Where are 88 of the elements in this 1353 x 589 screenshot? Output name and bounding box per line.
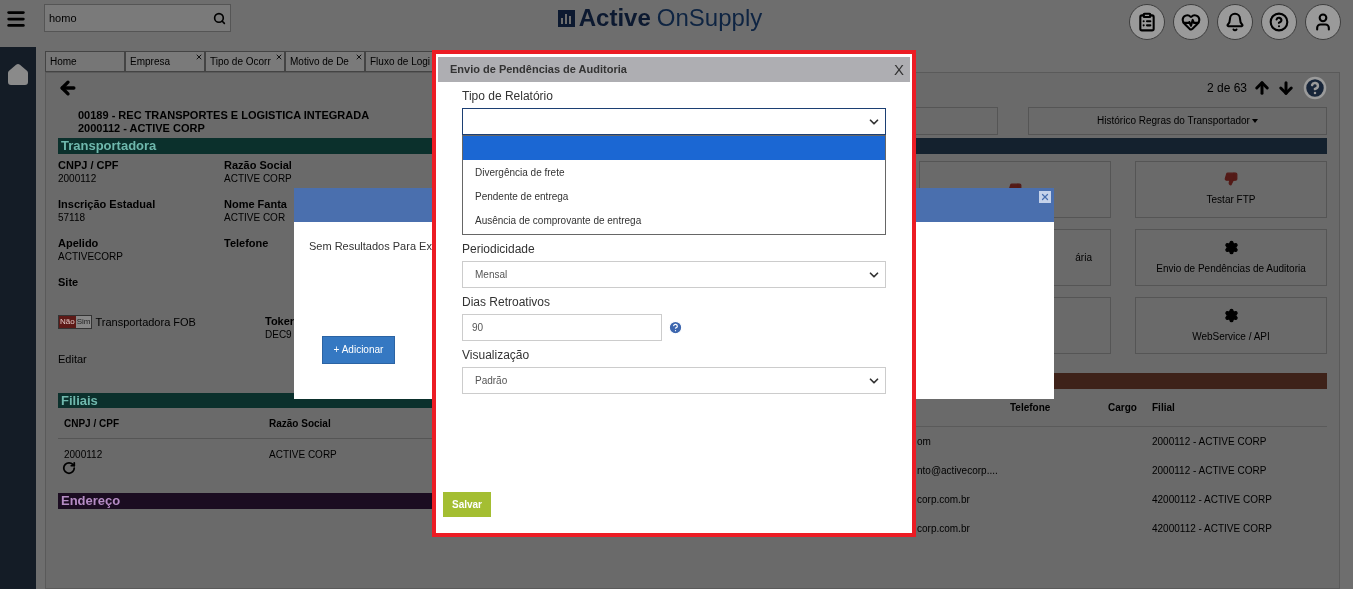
field-label: CNPJ / CPF xyxy=(58,158,119,172)
user-icon xyxy=(1313,12,1333,32)
arrow-down-icon[interactable] xyxy=(1277,79,1295,97)
logo-text: OnSupply xyxy=(656,6,763,30)
field-label: Inscrição Estadual xyxy=(58,197,156,211)
table-cell-text: 2000112 - ACTIVE CORP xyxy=(1152,435,1268,449)
table-cell-text: ACTIVE CORP xyxy=(269,447,338,462)
logo-text: Active xyxy=(578,6,651,30)
clipboard-button[interactable] xyxy=(1129,4,1165,40)
home-icon[interactable] xyxy=(6,63,30,87)
close-icon xyxy=(1040,192,1050,202)
close-button[interactable] xyxy=(1039,191,1051,203)
help-button[interactable] xyxy=(1261,4,1297,40)
table-cell-text: nto@activecorp.... xyxy=(916,464,999,478)
search-icon xyxy=(213,11,226,25)
add-button[interactable]: + Adicionar xyxy=(322,335,395,364)
field-label: Tipo de Relatório xyxy=(462,88,553,104)
table-cell-text: 2000112 - ACTIVE CORP xyxy=(1152,464,1268,478)
empty-message: Sem Resultados Para Ex xyxy=(309,239,432,254)
tab[interactable]: Home xyxy=(45,51,125,72)
close-icon[interactable] xyxy=(275,53,283,61)
heart-pulse-icon xyxy=(1181,12,1201,32)
field-value: 2000112 xyxy=(58,172,97,186)
help-icon xyxy=(1269,12,1289,32)
tab[interactable]: Tipo de Ocorr xyxy=(205,51,285,72)
card-label: WebService / API xyxy=(1192,329,1270,344)
help-icon[interactable] xyxy=(1303,76,1327,100)
column-header: Razão Social xyxy=(269,416,332,431)
bell-icon xyxy=(1225,12,1245,32)
select-field[interactable] xyxy=(462,108,886,135)
select-field[interactable]: Padrão xyxy=(462,367,886,394)
table-cell-text: corp.com.br xyxy=(916,522,971,536)
field-label: Site xyxy=(58,275,79,289)
close-icon[interactable] xyxy=(355,53,363,61)
thumbs-down-icon xyxy=(1224,172,1238,186)
logo-icon xyxy=(557,9,575,27)
select-field[interactable]: Mensal xyxy=(462,261,886,288)
caret-icon xyxy=(1251,118,1258,123)
toggle-label: Transportadora FOB xyxy=(95,315,196,330)
field-label: Periodicidade xyxy=(462,241,535,257)
field-value: ACTIVE COR xyxy=(224,211,286,225)
column-header: Telefone xyxy=(1010,401,1052,415)
input-field[interactable]: 90 xyxy=(462,314,662,341)
gear-icon xyxy=(1223,307,1239,323)
card-label: Testar FTP xyxy=(1206,193,1256,207)
health-button[interactable] xyxy=(1173,4,1209,40)
dialog-title: Envio de Pendências de Auditoria xyxy=(450,62,628,78)
field-label: Telefone xyxy=(224,236,269,250)
tab[interactable]: Motivo de De xyxy=(285,51,365,72)
close-button[interactable]: X xyxy=(894,62,904,77)
field-label: Apelido xyxy=(58,236,99,250)
field-value: ACTIVE CORP xyxy=(224,172,292,186)
edit-link[interactable]: Editar xyxy=(58,352,87,366)
notifications-button[interactable] xyxy=(1217,4,1253,40)
field-label: Razão Social xyxy=(224,158,292,172)
field-label: Visualização xyxy=(462,347,530,363)
field-value: ACTIVECORP xyxy=(58,250,123,264)
profile-button[interactable] xyxy=(1305,4,1341,40)
action-card[interactable]: Testar FTP xyxy=(1135,161,1327,218)
column-header: Filial xyxy=(1152,401,1176,415)
close-icon[interactable] xyxy=(195,53,203,61)
card-label: ária xyxy=(1075,251,1093,265)
table-cell-text: 2000112 xyxy=(64,447,104,462)
refresh-icon[interactable] xyxy=(62,461,76,475)
company-name: 00189 - REC TRANSPORTES E LOGISTICA INTEGRADA xyxy=(77,109,370,122)
history-button[interactable]: Histórico Regras do Transportador xyxy=(1028,106,1327,135)
field-value: 57118 xyxy=(58,211,86,225)
gear-icon xyxy=(1223,239,1239,255)
tab[interactable]: Empresa xyxy=(125,51,205,72)
company-name: 2000112 - ACTIVE CORP xyxy=(77,122,205,135)
column-header: Cargo xyxy=(1108,401,1138,415)
search-field[interactable]: homo xyxy=(44,4,231,32)
menu-icon[interactable] xyxy=(5,8,27,30)
action-card[interactable]: Envio de Pendências de Auditoria xyxy=(1135,229,1327,286)
table-cell-text: 42000112 - ACTIVE CORP xyxy=(1152,522,1273,536)
action-card[interactable]: WebService / API xyxy=(1135,297,1327,354)
toggle-switch[interactable]: Não Sim xyxy=(58,315,93,330)
pager-text: 2 de 63 xyxy=(1206,80,1247,97)
field-label: Dias Retroativos xyxy=(462,294,551,310)
table-cell-text: 42000112 - ACTIVE CORP xyxy=(1152,493,1273,507)
card-label: Envio de Pendências de Auditoria xyxy=(1156,261,1306,276)
table-cell-text: om xyxy=(916,435,932,449)
field-value: DEC9 xyxy=(265,328,292,342)
table-cell-text: corp.com.br xyxy=(916,493,971,507)
field-label: Nome Fanta xyxy=(224,197,287,211)
column-header: CNPJ / CPF xyxy=(64,416,120,431)
field-label: Toker xyxy=(265,314,295,328)
clipboard-icon xyxy=(1137,12,1157,32)
